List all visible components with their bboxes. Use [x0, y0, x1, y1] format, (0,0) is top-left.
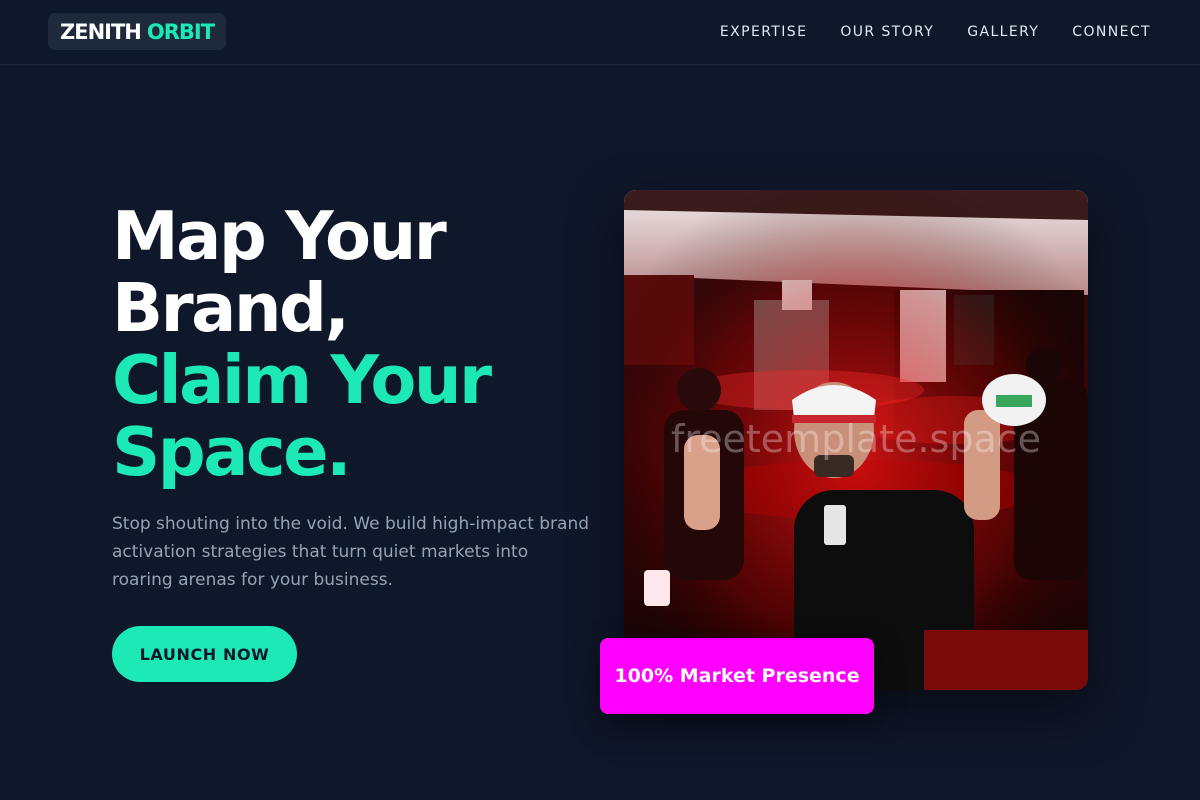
headline-line-2: Brand,: [112, 269, 350, 347]
site-header: ZENITH ORBIT EXPERTISE OUR STORY GALLERY…: [0, 0, 1200, 65]
logo-word-zenith: ZENITH: [60, 19, 142, 44]
party-scene-image: freetemplate.space: [624, 190, 1088, 690]
nav-item-gallery[interactable]: GALLERY: [967, 22, 1039, 42]
nav-item-connect[interactable]: CONNECT: [1072, 22, 1151, 42]
headline-accent-line-2: Space.: [112, 413, 352, 491]
nav-item-our-story[interactable]: OUR STORY: [840, 22, 934, 42]
market-presence-badge: 100% Market Presence: [600, 638, 874, 714]
logo-word-orbit: ORBIT: [146, 19, 215, 44]
hero-subtext: Stop shouting into the void. We build hi…: [112, 514, 590, 590]
launch-now-button[interactable]: LAUNCH NOW: [112, 626, 297, 682]
nav-item-expertise[interactable]: EXPERTISE: [720, 22, 807, 42]
main-nav: EXPERTISE OUR STORY GALLERY CONNECT: [720, 22, 1151, 42]
hero-headline: Map Your Brand, Claim Your Space.: [112, 197, 492, 491]
hero-photo: freetemplate.space: [624, 190, 1088, 690]
image-watermark-text: freetemplate.space: [671, 417, 1041, 461]
brand-logo[interactable]: ZENITH ORBIT: [48, 13, 227, 50]
headline-accent-line-1: Claim Your: [112, 341, 492, 419]
headline-line-1: Map Your: [112, 197, 447, 275]
